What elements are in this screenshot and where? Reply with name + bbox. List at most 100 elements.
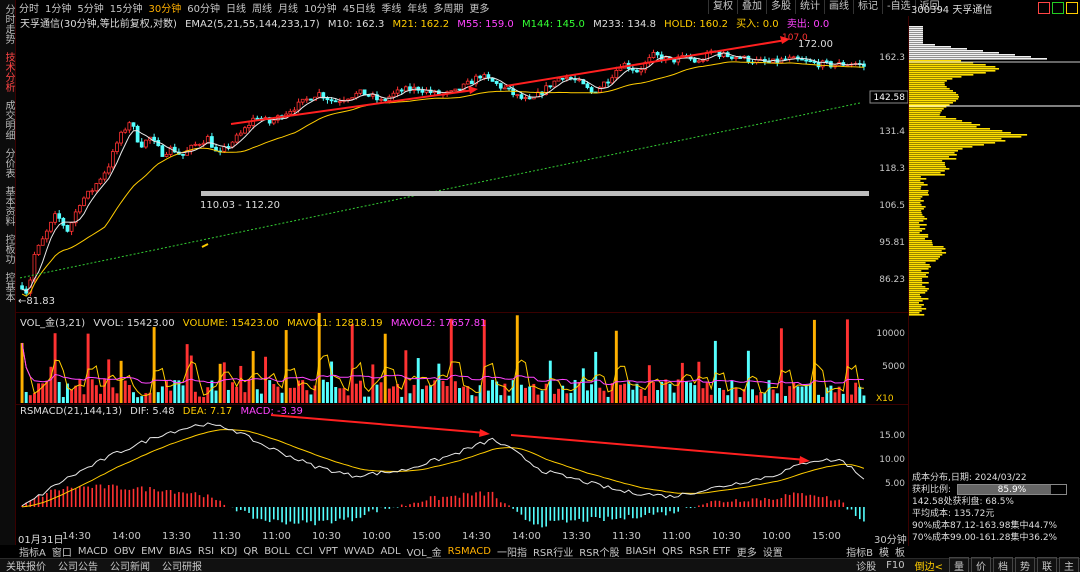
footer-link-1[interactable]: 公司公告 [52,558,104,572]
indicator-tab-4[interactable]: EMV [138,546,166,557]
indicator-tab-13[interactable]: ADL [377,546,403,557]
volume-bar [689,382,693,403]
volume-bar [367,396,371,403]
footer-chip-2[interactable]: 档 [993,557,1013,572]
period-tab-4[interactable]: 30分钟 [145,0,184,15]
indicator-tab-15[interactable]: RSMACD [445,546,494,557]
candle [630,65,635,74]
arrow-icon[interactable] [1066,2,1078,14]
period-tab-6[interactable]: 日线 [223,0,249,15]
footer-link-0[interactable]: 关联报价 [0,558,52,572]
indicator-tab-7[interactable]: KDJ [217,546,240,557]
footer-key-1[interactable]: F10 [881,560,909,571]
footer-key-0[interactable]: 诊股 [851,558,881,572]
indicator-tab-20[interactable]: QRS [659,546,686,557]
chip-bar [909,100,957,102]
period-tab-8[interactable]: 月线 [275,0,301,15]
indicator-tab-14[interactable]: VOL_金 [404,544,445,559]
period-tab-12[interactable]: 年线 [404,0,430,15]
indicator-tab-0[interactable]: 指标A [16,544,49,559]
footer-chip-0[interactable]: 量 [949,557,969,572]
footer-chip-5[interactable]: 主 [1059,557,1079,572]
window-icon[interactable] [1038,2,1050,14]
main-candlestick-chart[interactable]: 172.00 107.0 ←81.83 110.03 - 112.20 162.3 142… [16,14,908,310]
candle [222,143,227,153]
indicator-tab-8[interactable]: QR [240,546,261,557]
indicator-tab-9[interactable]: BOLL [261,546,293,557]
volume-bar [103,379,107,403]
period-tab-10[interactable]: 45日线 [340,0,379,15]
volume-bar [482,319,486,403]
left-tab-1[interactable]: 技术分析 [0,48,16,96]
left-tab-5[interactable]: 控板功 [0,230,16,268]
toolbar-button-0[interactable]: 复权 [708,0,737,14]
volume-bar [379,382,383,403]
indicator-tab-2[interactable]: MACD [75,546,111,557]
indicator-tab-3[interactable]: OBV [111,546,138,557]
footer-link-2[interactable]: 公司新闻 [104,558,156,572]
footer-link-3[interactable]: 公司研报 [156,558,208,572]
period-tab-11[interactable]: 季线 [378,0,404,15]
indicator-tab-5[interactable]: BIAS [166,546,195,557]
indicator-tab-16[interactable]: 一阳指 [494,544,530,559]
candle [420,86,425,96]
indicator-tab-21[interactable]: RSR ETF [686,546,734,557]
chip-bar [909,192,928,194]
footer-key-2[interactable]: 倒边< [910,558,948,572]
toolbar-button-4[interactable]: 画线 [824,0,853,14]
volume-bar [734,387,738,403]
indicator-tab-11[interactable]: VPT [316,546,341,557]
indicator-tab-6[interactable]: RSI [195,546,217,557]
chip-bar [909,52,999,54]
footer-right: 诊股 F10 倒边< 量价档势联主 [851,557,1080,572]
period-tab-14[interactable]: 更多 [466,0,492,15]
indicator-tab-17[interactable]: RSR行业 [530,544,576,559]
left-tab-4[interactable]: 基本资料 [0,182,16,230]
volume-bar [160,386,164,403]
volume-bar [400,396,404,403]
indicator-tab-1[interactable]: 窗口 [49,544,75,559]
indicator-tab-22[interactable]: 更多 [734,544,760,559]
main-legend: 天孚通信(30分钟,等比前复权,对数) EMA2(5,21,55,144,233… [20,15,834,30]
footer-chip-3[interactable]: 势 [1015,557,1035,572]
indicator-tab-18[interactable]: RSR个股 [576,544,622,559]
volume-bar [334,387,338,403]
period-tab-2[interactable]: 5分钟 [74,0,106,15]
volume-chart[interactable]: 10000 5000 X10 VOL_金(3,21) VVOL: 15423.00 … [16,312,908,404]
footer-chip-1[interactable]: 价 [971,557,991,572]
left-tab-0[interactable]: 分时走势 [0,0,16,48]
period-tab-7[interactable]: 周线 [249,0,275,15]
period-tab-5[interactable]: 60分钟 [184,0,223,15]
candle [53,210,57,225]
flag-icon[interactable] [1052,2,1064,14]
period-tab-13[interactable]: 多周期 [430,0,466,15]
indicator-tab-12[interactable]: WVAD [341,546,378,557]
chip-bar [909,138,1002,140]
period-tab-9[interactable]: 10分钟 [301,0,340,15]
chip-bar [909,32,923,34]
period-tab-1[interactable]: 1分钟 [42,0,74,15]
volume-bar [726,395,730,403]
stock-code-title: 300394 天孚通信 [911,4,993,16]
candle [82,196,86,207]
volume-bar [288,387,292,403]
period-tab-3[interactable]: 15分钟 [107,0,146,15]
footer-chip-4[interactable]: 联 [1037,557,1057,572]
footer-bar: 关联报价 公司公告 公司新闻 公司研报 诊股 F10 倒边< 量价档势联主 [0,557,1080,572]
toolbar-button-5[interactable]: 标记 [853,0,882,14]
period-tab-0[interactable]: 分时 [16,0,42,15]
left-tab-6[interactable]: 控基本 [0,268,16,306]
toolbar-button-1[interactable]: 叠加 [737,0,766,14]
candle [44,229,49,243]
vol-legend-name: VOL_金(3,21) [20,318,86,329]
toolbar-button-3[interactable]: 统计 [795,0,824,14]
indicator-tab-10[interactable]: CCI [293,546,316,557]
indicator-tab-19[interactable]: BIASH [622,546,659,557]
chip-bar [909,282,929,284]
left-tab-3[interactable]: 分价表 [0,144,16,182]
candle [210,132,214,148]
toolbar-button-2[interactable]: 多股 [766,0,795,14]
left-tab-2[interactable]: 成交明细 [0,96,16,144]
rsmacd-chart[interactable]: 15.00 10.00 5.00 RSMACD(21,144,13) DIF: 5.… [16,404,908,530]
indicator-tab-23[interactable]: 设置 [760,544,786,559]
